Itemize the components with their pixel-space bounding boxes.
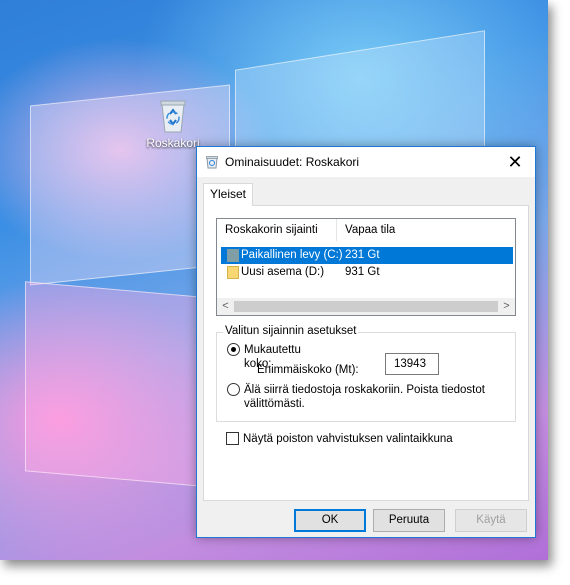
wallpaper-pane [25, 281, 225, 489]
chevron-left-icon: < [222, 300, 229, 312]
list-item[interactable]: Paikallinen levy (C:) 231 Gt [221, 247, 513, 264]
recycle-bin-icon [160, 100, 186, 133]
folder-drive-icon [227, 266, 239, 279]
location-list[interactable]: Roskakorin sijainti Vapaa tila Paikallin… [216, 218, 516, 316]
location-name: Uusi asema (D:) [241, 266, 325, 278]
list-item[interactable]: Uusi asema (D:) 931 Gt [221, 264, 513, 281]
max-size-input[interactable]: 13943 [385, 353, 439, 375]
max-size-label: Enimmäiskoko (Mt): [257, 364, 359, 376]
column-header-location[interactable]: Roskakorin sijainti [217, 219, 337, 241]
apply-button[interactable]: Käytä [455, 509, 527, 532]
column-header-free-space[interactable]: Vapaa tila [337, 219, 507, 241]
confirm-delete-label: Näytä poiston vahvistuksen valintaikkuna [243, 433, 453, 445]
properties-dialog: Ominaisuudet: Roskakori ✕ Yleiset Roskak… [196, 146, 536, 538]
close-icon: ✕ [507, 152, 523, 172]
desktop-recycle-bin[interactable]: Roskakori [140, 98, 206, 150]
cancel-button[interactable]: Peruuta [373, 509, 445, 532]
free-space-value: 231 Gt [345, 249, 380, 261]
location-settings-group: Valitun sijainnin asetukset Mukautettu k… [216, 325, 516, 422]
tab-panel: Roskakorin sijainti Vapaa tila Paikallin… [203, 205, 529, 501]
scroll-right-button[interactable]: > [498, 298, 515, 315]
radio-selected-dot [231, 347, 236, 352]
scroll-left-button[interactable]: < [217, 298, 234, 315]
confirm-delete-checkbox[interactable] [226, 432, 239, 445]
horizontal-scrollbar[interactable]: < > [217, 298, 515, 315]
dialog-title: Ominaisuudet: Roskakori [225, 155, 360, 169]
radio-button[interactable] [227, 383, 240, 396]
close-button[interactable]: ✕ [495, 147, 535, 177]
delete-immediately-label: Älä siirrä tiedostoja roskakoriin. Poist… [244, 384, 485, 410]
drive-icon [227, 249, 239, 262]
ok-button[interactable]: OK [294, 509, 366, 532]
tab-general[interactable]: Yleiset [203, 183, 253, 206]
free-space-value: 931 Gt [345, 266, 380, 278]
title-bar[interactable]: Ominaisuudet: Roskakori ✕ [197, 147, 535, 177]
group-legend: Valitun sijainnin asetukset [223, 325, 359, 337]
radio-button[interactable] [227, 343, 240, 356]
recycle-bin-icon [206, 156, 218, 169]
chevron-right-icon: > [503, 300, 510, 312]
scrollbar-thumb[interactable] [234, 301, 498, 312]
location-name: Paikallinen levy (C:) [241, 249, 343, 261]
